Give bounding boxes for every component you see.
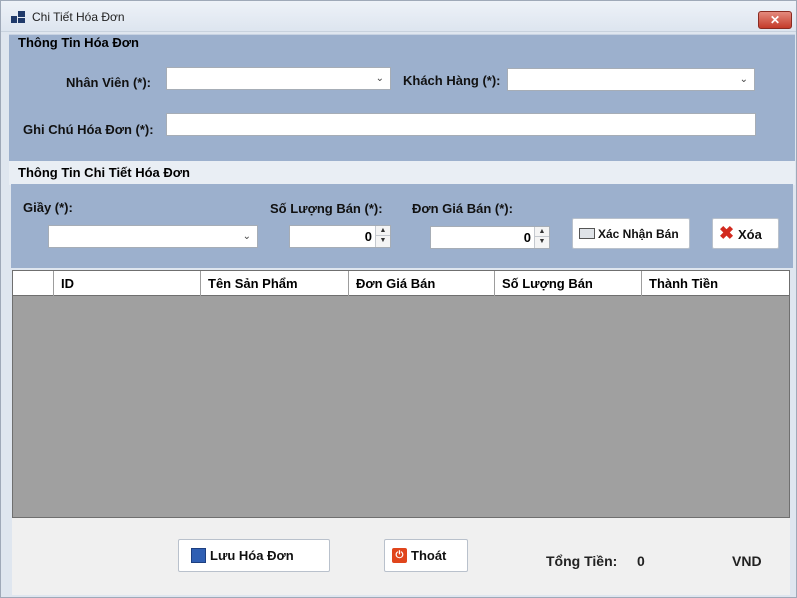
spin-up-icon[interactable]: ▲ bbox=[535, 227, 549, 237]
currency-label: VND bbox=[732, 553, 762, 569]
column-unit-price[interactable]: Đơn Giá Bán bbox=[349, 271, 495, 296]
employee-combobox[interactable]: ⌄ bbox=[166, 67, 391, 90]
price-stepper[interactable]: 0 ▲ ▼ bbox=[430, 226, 550, 249]
invoice-info-group: Thông Tin Hóa Đơn Nhân Viên (*): ⌄ Khách… bbox=[9, 34, 795, 161]
quantity-stepper[interactable]: 0 ▲ ▼ bbox=[289, 225, 391, 248]
keyboard-icon bbox=[579, 228, 595, 239]
customer-combobox[interactable]: ⌄ bbox=[507, 68, 755, 91]
confirm-sale-label: Xác Nhận Bán bbox=[598, 227, 679, 241]
price-spin-buttons[interactable]: ▲ ▼ bbox=[534, 227, 549, 248]
column-id[interactable]: ID bbox=[54, 271, 201, 296]
column-quantity[interactable]: Số Lượng Bán bbox=[495, 271, 642, 296]
detail-title-band: Thông Tin Chi Tiết Hóa Đơn bbox=[9, 161, 795, 185]
exit-label: Thoát bbox=[411, 548, 447, 563]
delete-label: Xóa bbox=[738, 227, 762, 242]
app-icon bbox=[11, 11, 25, 23]
confirm-sale-button[interactable]: Xác Nhận Bán bbox=[572, 218, 690, 249]
customer-label: Khách Hàng (*): bbox=[403, 73, 501, 88]
price-value: 0 bbox=[523, 230, 531, 245]
total-value: 0 bbox=[637, 553, 645, 569]
save-invoice-button[interactable]: Lưu Hóa Đơn bbox=[178, 539, 330, 572]
detail-info-group: Giầy (*): ⌄ Số Lượng Bán (*): 0 ▲ ▼ Đơn … bbox=[11, 184, 793, 268]
quantity-label: Số Lượng Bán (*): bbox=[270, 201, 383, 216]
price-label: Đơn Giá Bán (*): bbox=[412, 201, 513, 216]
column-line-total[interactable]: Thành Tiền bbox=[642, 271, 789, 296]
quantity-value: 0 bbox=[364, 229, 372, 244]
chevron-down-icon: ⌄ bbox=[739, 74, 748, 85]
footer-panel: Lưu Hóa Đơn ⏻ Thoát Tổng Tiền: 0 VND bbox=[12, 518, 790, 595]
quantity-spin-buttons[interactable]: ▲ ▼ bbox=[375, 226, 390, 247]
invoice-info-title: Thông Tin Hóa Đơn bbox=[16, 35, 141, 50]
exit-button[interactable]: ⏻ Thoát bbox=[384, 539, 468, 572]
save-disk-icon bbox=[191, 548, 206, 563]
note-label: Ghi Chú Hóa Đơn (*): bbox=[23, 122, 154, 137]
invoice-detail-grid[interactable]: ID Tên Sản Phẩm Đơn Giá Bán Số Lượng Bán… bbox=[12, 270, 790, 518]
delete-x-icon: ✖ bbox=[719, 223, 735, 243]
spin-down-icon[interactable]: ▼ bbox=[376, 236, 390, 246]
invoice-detail-window: Chi Tiết Hóa Đơn ✕ Thông Tin Hóa Đơn Nhâ… bbox=[0, 0, 797, 598]
spin-up-icon[interactable]: ▲ bbox=[376, 226, 390, 236]
employee-label: Nhân Viên (*): bbox=[66, 75, 151, 90]
shoe-combobox[interactable]: ⌄ bbox=[48, 225, 258, 248]
total-label: Tổng Tiền: bbox=[546, 553, 618, 569]
column-product-name[interactable]: Tên Sản Phẩm bbox=[201, 271, 349, 296]
close-icon: ✕ bbox=[769, 13, 781, 27]
delete-button[interactable]: ✖ Xóa bbox=[712, 218, 779, 249]
note-input[interactable] bbox=[166, 113, 756, 136]
title-bar[interactable]: Chi Tiết Hóa Đơn ✕ bbox=[1, 1, 796, 32]
spin-down-icon[interactable]: ▼ bbox=[535, 237, 549, 247]
close-button[interactable]: ✕ bbox=[758, 11, 792, 29]
window-title: Chi Tiết Hóa Đơn bbox=[32, 10, 125, 24]
power-icon: ⏻ bbox=[392, 548, 407, 563]
save-invoice-label: Lưu Hóa Đơn bbox=[210, 548, 294, 563]
chevron-down-icon: ⌄ bbox=[375, 73, 384, 84]
detail-info-title: Thông Tin Chi Tiết Hóa Đơn bbox=[16, 165, 192, 180]
grid-header: ID Tên Sản Phẩm Đơn Giá Bán Số Lượng Bán… bbox=[13, 271, 789, 296]
chevron-down-icon: ⌄ bbox=[242, 231, 251, 242]
shoe-label: Giầy (*): bbox=[23, 200, 73, 215]
row-header-column[interactable] bbox=[13, 271, 54, 296]
